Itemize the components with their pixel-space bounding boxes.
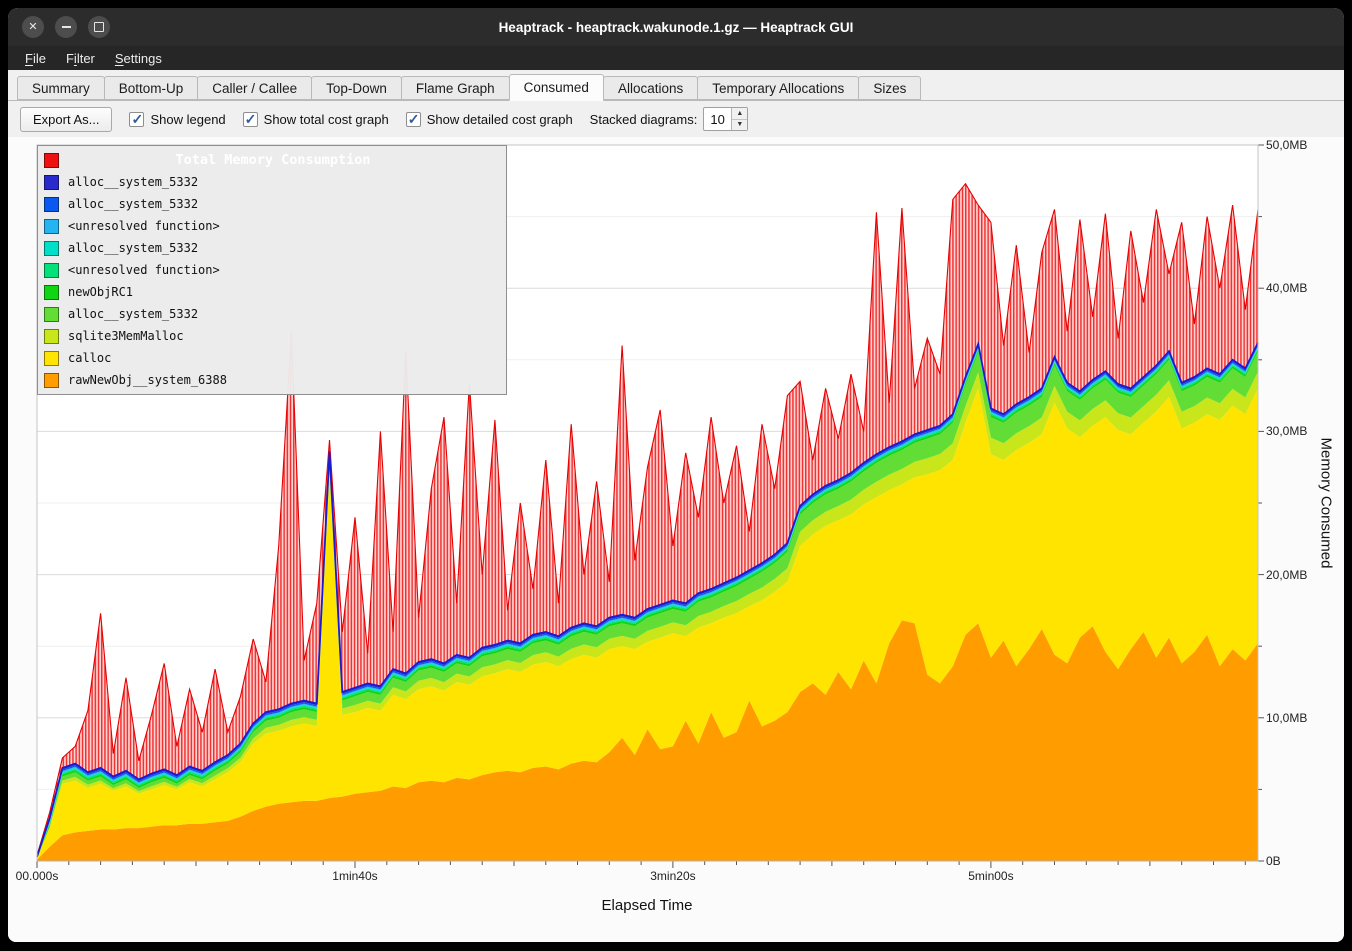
legend-item: alloc__system_5332 (42, 171, 502, 193)
x-tick-label: 3min20s (650, 869, 695, 883)
memory-consumption-chart[interactable]: Total Memory Consumption alloc__system_53… (37, 145, 1258, 861)
legend-swatch-icon (44, 307, 59, 322)
legend-label: Total Memory Consumption (175, 152, 370, 168)
menu-settings[interactable]: Settings (106, 48, 171, 69)
menu-file[interactable]: File (16, 48, 55, 69)
legend-swatch-icon (44, 351, 59, 366)
legend-label: rawNewObj__system_6388 (68, 373, 227, 387)
x-tick-label: 5min00s (968, 869, 1013, 883)
legend-item: alloc__system_5332 (42, 303, 502, 325)
menubar: File Filter Settings (8, 46, 1344, 70)
heaptrack-window: Heaptrack - heaptrack.wakunode.1.gz — He… (8, 8, 1344, 942)
maximize-icon[interactable] (88, 16, 110, 38)
legend-swatch-icon (44, 153, 59, 168)
tab-temporary-allocations[interactable]: Temporary Allocations (697, 76, 859, 100)
legend-swatch-icon (44, 285, 59, 300)
legend-item: <unresolved function> (42, 215, 502, 237)
minimize-icon[interactable] (55, 16, 77, 38)
y-tick-label: 10,0MB (1266, 711, 1307, 725)
legend-swatch-icon (44, 241, 59, 256)
show-legend-label: Show legend (150, 112, 225, 127)
legend-item: rawNewObj__system_6388 (42, 369, 502, 391)
tab-flame-graph[interactable]: Flame Graph (401, 76, 510, 100)
spin-buttons: ▲ ▼ (731, 108, 747, 130)
x-tick-label: 1min40s (332, 869, 377, 883)
tab-bottom-up[interactable]: Bottom-Up (104, 76, 199, 100)
legend-swatch-icon (44, 175, 59, 190)
legend-item: sqlite3MemMalloc (42, 325, 502, 347)
legend-label: sqlite3MemMalloc (68, 329, 184, 343)
legend-swatch-icon (44, 219, 59, 234)
checkbox-icon (129, 112, 144, 127)
checkbox-icon (406, 112, 421, 127)
show-legend-checkbox[interactable]: Show legend (129, 112, 225, 127)
tab-summary[interactable]: Summary (17, 76, 105, 100)
menu-filter[interactable]: Filter (57, 48, 104, 69)
tab-sizes[interactable]: Sizes (858, 76, 921, 100)
chart-legend: Total Memory Consumption alloc__system_53… (37, 145, 507, 395)
legend-swatch-icon (44, 329, 59, 344)
tab-consumed[interactable]: Consumed (509, 74, 604, 101)
stacked-diagrams-label: Stacked diagrams: (590, 112, 698, 127)
stacked-diagrams-value[interactable]: 10 (704, 108, 731, 130)
legend-label: alloc__system_5332 (68, 307, 198, 321)
legend-label: <unresolved function> (68, 219, 220, 233)
toolbar: Export As... Show legend Show total cost… (8, 101, 1344, 137)
x-axis-title: Elapsed Time (602, 897, 693, 914)
legend-label: alloc__system_5332 (68, 197, 198, 211)
chart-area: Total Memory Consumption alloc__system_53… (8, 137, 1344, 942)
show-total-cost-checkbox[interactable]: Show total cost graph (243, 112, 389, 127)
legend-label: alloc__system_5332 (68, 241, 198, 255)
x-tick-label: 00.000s (16, 869, 59, 883)
tab-top-down[interactable]: Top-Down (311, 76, 402, 100)
y-tick-label: 20,0MB (1266, 568, 1307, 582)
y-tick-label: 0B (1266, 854, 1281, 868)
legend-label: calloc (68, 351, 111, 365)
tab-caller-callee[interactable]: Caller / Callee (197, 76, 312, 100)
show-detailed-cost-label: Show detailed cost graph (427, 112, 573, 127)
tab-allocations[interactable]: Allocations (603, 76, 698, 100)
legend-item: alloc__system_5332 (42, 193, 502, 215)
window-controls (22, 16, 110, 38)
chevron-up-icon[interactable]: ▲ (732, 108, 747, 120)
tab-bar: Summary Bottom-Up Caller / Callee Top-Do… (8, 70, 1344, 101)
y-tick-label: 50,0MB (1266, 138, 1307, 152)
y-axis-title: Memory Consumed (1318, 438, 1335, 569)
legend-label: <unresolved function> (68, 263, 220, 277)
legend-label: newObjRC1 (68, 285, 133, 299)
export-as-button[interactable]: Export As... (20, 107, 112, 132)
show-detailed-cost-checkbox[interactable]: Show detailed cost graph (406, 112, 573, 127)
checkbox-icon (243, 112, 258, 127)
stacked-diagrams-stepper[interactable]: 10 ▲ ▼ (703, 107, 748, 131)
legend-item: alloc__system_5332 (42, 237, 502, 259)
y-tick-label: 30,0MB (1266, 424, 1307, 438)
legend-item: <unresolved function> (42, 259, 502, 281)
y-tick-label: 40,0MB (1266, 281, 1307, 295)
legend-swatch-icon (44, 373, 59, 388)
legend-item: calloc (42, 347, 502, 369)
legend-label: alloc__system_5332 (68, 175, 198, 189)
window-title: Heaptrack - heaptrack.wakunode.1.gz — He… (8, 20, 1344, 35)
close-icon[interactable] (22, 16, 44, 38)
legend-title-row: Total Memory Consumption (42, 149, 502, 171)
legend-swatch-icon (44, 263, 59, 278)
legend-swatch-icon (44, 197, 59, 212)
legend-item: newObjRC1 (42, 281, 502, 303)
chevron-down-icon[interactable]: ▼ (732, 120, 747, 131)
show-total-cost-label: Show total cost graph (264, 112, 389, 127)
titlebar: Heaptrack - heaptrack.wakunode.1.gz — He… (8, 8, 1344, 46)
